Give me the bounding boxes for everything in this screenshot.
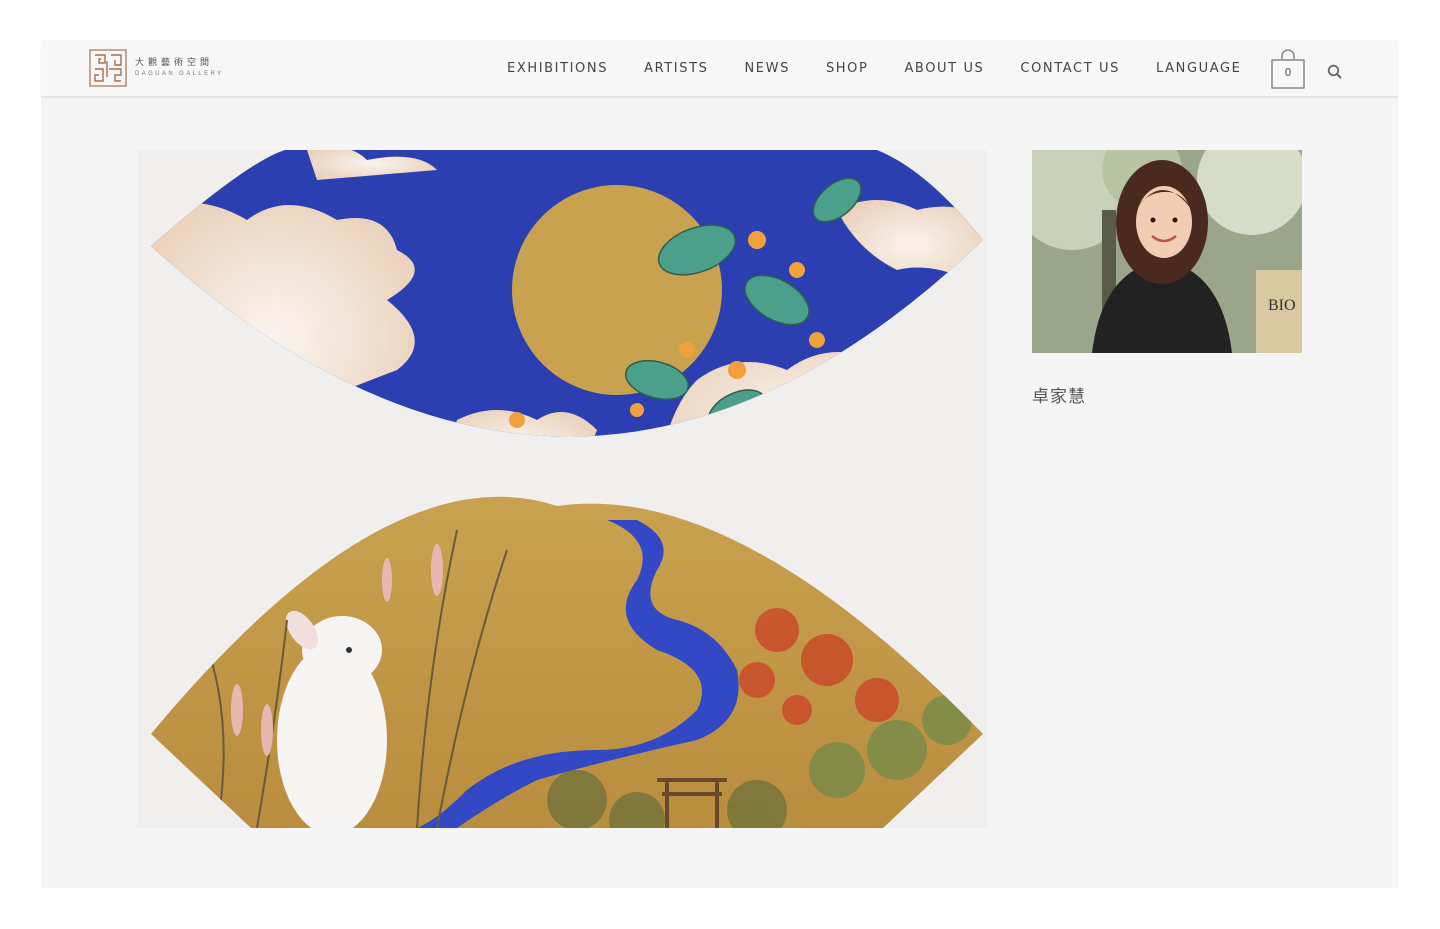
moon-fan-painting (151, 150, 983, 437)
cart-button[interactable]: 0 (1269, 48, 1307, 90)
artist-name[interactable]: 卓家慧 (1032, 382, 1086, 407)
artist-photo[interactable]: BIO (1012, 125, 1307, 353)
site-header: 大觀藝術空間 DAGUAN GALLERY EXHIBITIONS ARTIST… (41, 40, 1398, 97)
search-icon (1327, 64, 1342, 79)
artwork-image (137, 150, 987, 828)
svg-text:BIO: BIO (1268, 297, 1296, 314)
search-button[interactable] (1327, 64, 1343, 80)
logo-chinese-name: 大觀藝術空間 (135, 58, 214, 68)
artist-portrait-image: BIO (1012, 125, 1307, 353)
nav-artists[interactable]: ARTISTS (644, 61, 708, 76)
nav-about-us[interactable]: ABOUT US (904, 61, 984, 76)
nav-news[interactable]: NEWS (744, 61, 789, 76)
main-nav: EXHIBITIONS ARTISTS NEWS SHOP ABOUT US C… (507, 40, 1241, 96)
gallery-logo[interactable]: 大觀藝術空間 DAGUAN GALLERY (89, 49, 224, 87)
rabbit-river-fan-painting (151, 496, 983, 828)
nav-contact-us[interactable]: CONTACT US (1020, 61, 1120, 76)
nav-exhibitions[interactable]: EXHIBITIONS (507, 61, 608, 76)
nav-language[interactable]: LANGUAGE (1156, 61, 1242, 76)
page-frame: 大觀藝術空間 DAGUAN GALLERY EXHIBITIONS ARTIST… (41, 40, 1398, 888)
nav-shop[interactable]: SHOP (826, 61, 869, 76)
logo-english-name: DAGUAN GALLERY (135, 71, 224, 77)
logo-mark-icon (89, 49, 127, 87)
cart-count: 0 (1284, 66, 1292, 79)
fan-painting-image (151, 150, 983, 828)
